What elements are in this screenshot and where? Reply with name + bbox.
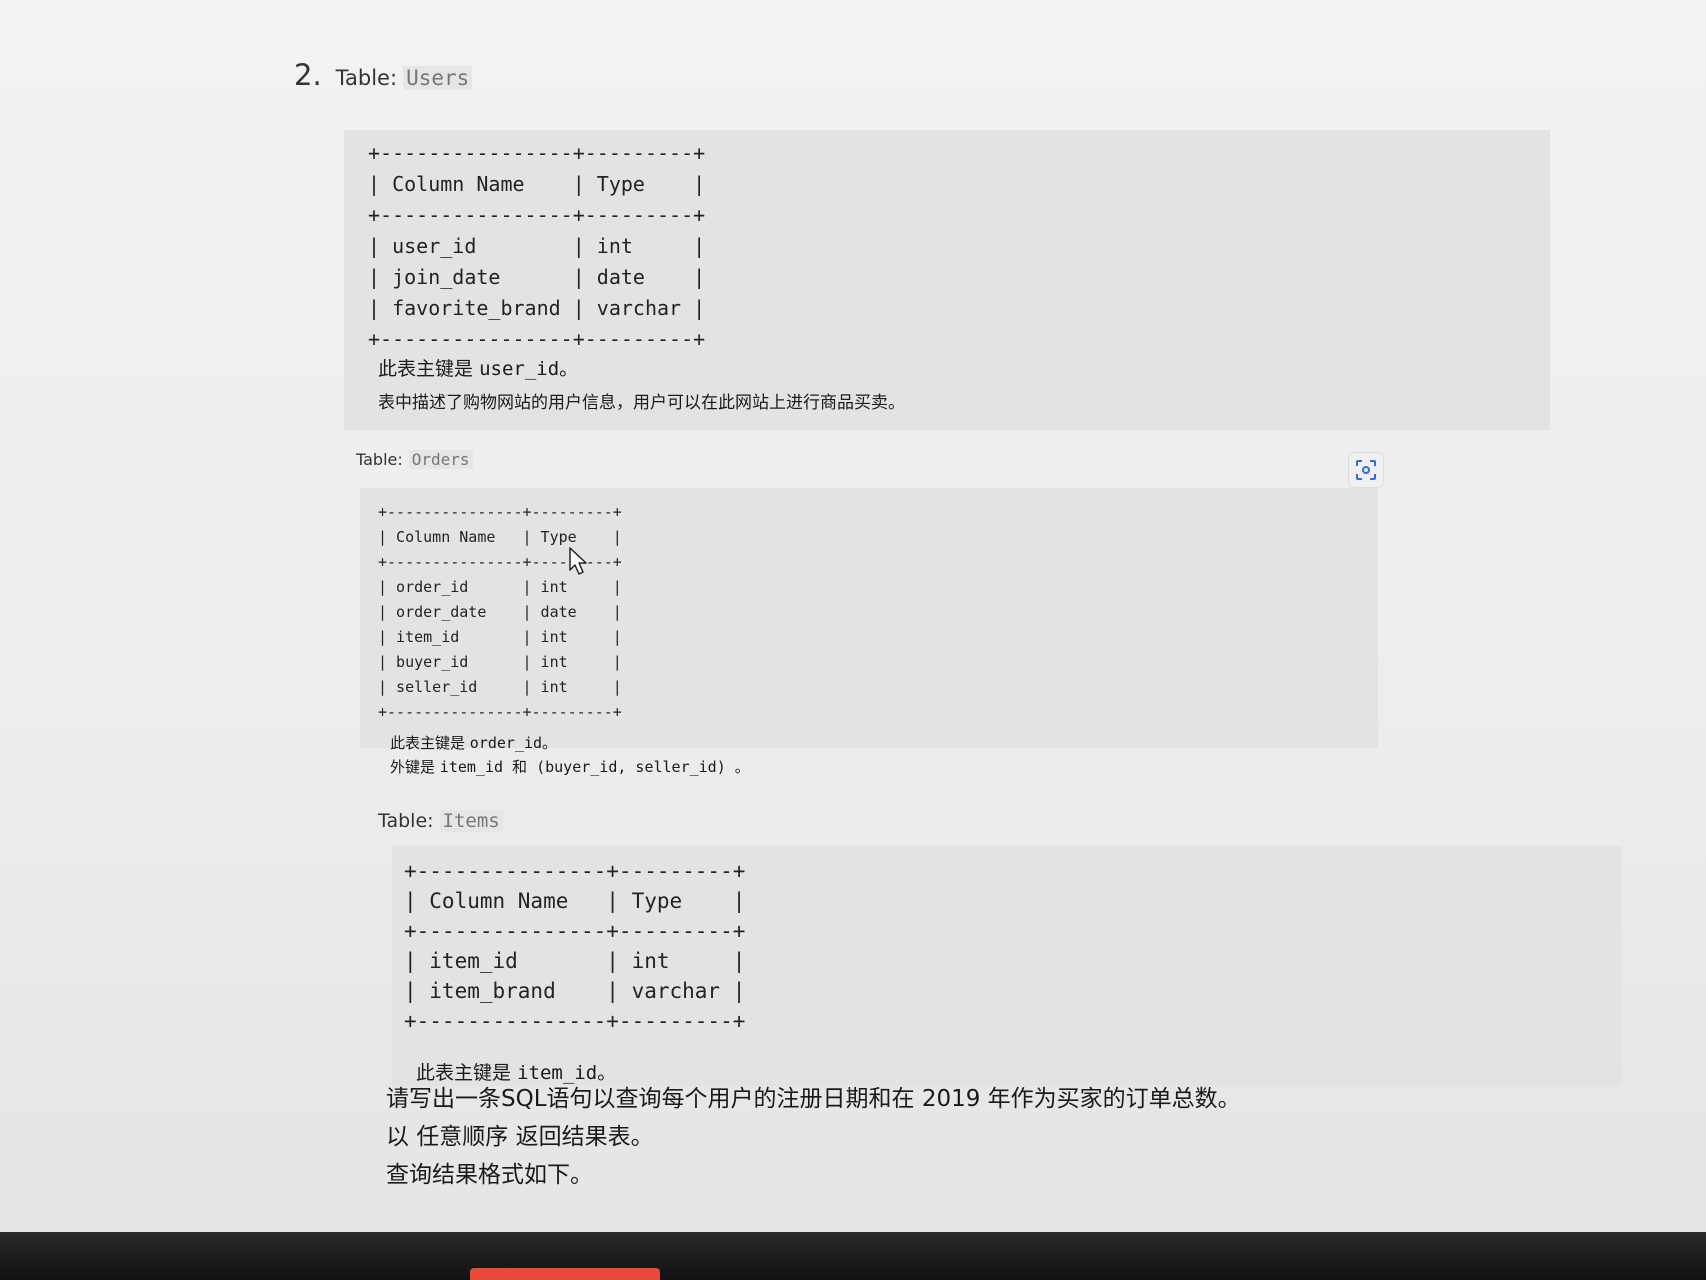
items-table-label: Table: Items: [378, 810, 503, 832]
orders-table-label: Table: Orders: [356, 450, 473, 469]
question-line-2: 以 任意顺序 返回结果表。: [386, 1124, 654, 1150]
users-table-label: Table: Users: [336, 66, 473, 90]
orders-pk-value: order_id。: [469, 734, 558, 752]
items-schema: +---------------+---------+ | Column Nam…: [404, 859, 746, 1033]
users-pk-prefix: 此表主键是: [378, 358, 474, 380]
orders-table-name: Orders: [408, 450, 473, 469]
orders-schema: +---------------+---------+ | Column Nam…: [378, 503, 622, 721]
problem-number: 2.: [294, 58, 322, 92]
users-schema: +----------------+---------+ | Column Na…: [368, 141, 706, 351]
bottom-bezel: [0, 1232, 1706, 1280]
users-description: 表中描述了购物网站的用户信息，用户可以在此网站上进行商品买卖。: [378, 393, 905, 413]
items-label-prefix: Table:: [378, 810, 434, 832]
orders-fk-value: item_id 和 (buyer_id, seller_id) 。: [439, 758, 750, 776]
bottom-action-button[interactable]: [470, 1268, 660, 1280]
orders-pk-prefix: 此表主键是: [390, 734, 466, 752]
section-header: 2. Table: Users: [294, 58, 473, 92]
orders-label-prefix: Table:: [356, 450, 403, 469]
question-text: 请写出一条SQL语句以查询每个用户的注册日期和在 2019 年作为买家的订单总数…: [386, 1080, 1386, 1194]
problem-page: 2. Table: Users +----------------+------…: [0, 0, 1706, 1280]
mouse-cursor-icon: [569, 547, 587, 575]
users-pk-value: user_id。: [479, 358, 579, 380]
orders-pk-note: 此表主键是 order_id。: [390, 732, 557, 753]
orders-fk-note: 外键是 item_id 和 (buyer_id, seller_id) 。: [390, 756, 750, 777]
scan-button[interactable]: [1348, 452, 1384, 488]
users-label-prefix: Table:: [335, 66, 398, 90]
items-table-name: Items: [439, 810, 503, 832]
question-line-1: 请写出一条SQL语句以查询每个用户的注册日期和在 2019 年作为买家的订单总数…: [386, 1086, 1241, 1112]
users-table-name: Users: [403, 66, 473, 90]
scan-icon: [1356, 460, 1376, 480]
users-pk-note: 此表主键是 user_id。: [378, 354, 578, 381]
question-line-3: 查询结果格式如下。: [386, 1162, 593, 1188]
orders-fk-prefix: 外键是: [390, 758, 436, 776]
